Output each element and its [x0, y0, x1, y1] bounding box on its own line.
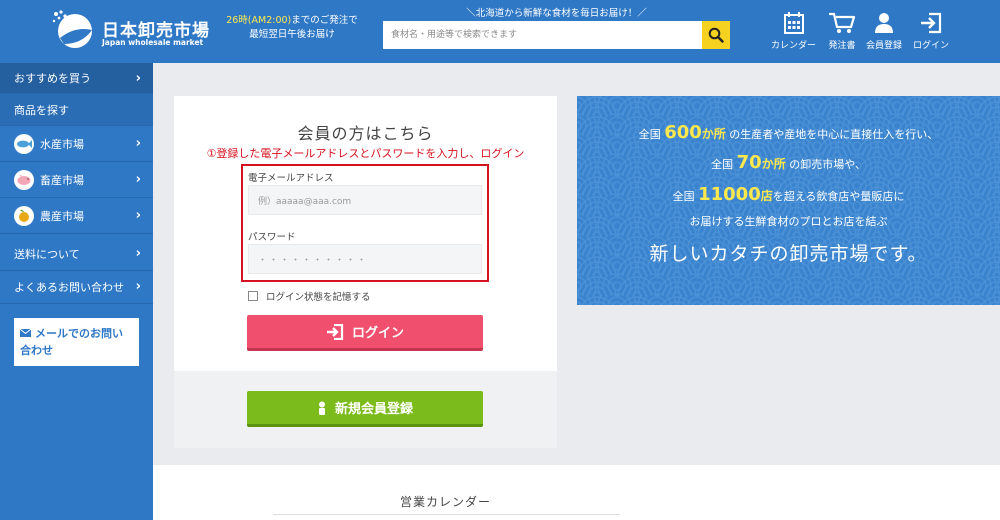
password-mask: ・・・・・・・・・・ [258, 255, 369, 266]
sidebar-item-produce[interactable]: 農産市場 › [0, 198, 153, 234]
site-header: 日本卸売市場 Japan wholesale market 26時(AM2:00… [0, 0, 1000, 63]
user-icon [875, 13, 893, 33]
chevron-right-icon: › [135, 71, 141, 86]
chevron-right-icon: › [135, 172, 141, 187]
sidebar-item-label: 水産市場 [40, 137, 84, 151]
notice-line1: までのご発注で [291, 15, 358, 26]
fish-icon [14, 133, 34, 154]
promo-number: 11000 [698, 184, 761, 205]
mail-icon [19, 328, 32, 337]
sidebar-item-seafood[interactable]: 水産市場 › [0, 126, 153, 162]
sidebar-item-label: 畜産市場 [40, 173, 84, 187]
calendar-title: 営業カレンダー [399, 495, 491, 509]
promo-text-part: を超える飲食店や量販店に [772, 190, 905, 203]
nav-register-label: 会員登録 [866, 41, 903, 51]
promo-unit: か所 [701, 127, 726, 141]
login-icon [921, 12, 942, 34]
email-field[interactable]: 例）aaaaa@aaa.com [248, 185, 482, 215]
header-tagline: ＼北海道から新鮮な食材を毎日お届け！／ [466, 8, 647, 19]
chevron-right-icon: › [135, 208, 141, 223]
email-placeholder: 例）aaaaa@aaa.com [258, 196, 352, 207]
chevron-right-icon: › [135, 279, 141, 294]
sidebar-item-label: 農産市場 [40, 209, 84, 223]
notice-deadline: 26時(AM2:00) [226, 15, 292, 26]
vegetable-icon [14, 205, 34, 226]
promo-banner: 全国 600か所 の生産者や産地を中心に直接仕入を行い、 全国 70か所 の卸売… [577, 96, 1000, 305]
login-title: 会員の方はこちら [297, 124, 434, 143]
mail-contact-label: メールでのお問い合わせ [20, 327, 123, 357]
login-instruction: ①登録した電子メールアドレスとパスワードを入力し、ログイン [206, 147, 525, 160]
chevron-right-icon: › [135, 136, 141, 151]
promo-number: 600 [664, 122, 702, 143]
promo-unit: か所 [761, 157, 786, 171]
sidebar-item-recommended[interactable]: おすすめを買う › [0, 63, 153, 94]
login-card: 会員の方はこちら ①登録した電子メールアドレスとパスワードを入力し、ログイン 電… [174, 96, 557, 448]
calendar-icon [783, 12, 804, 34]
calendar-section: 営業カレンダー [153, 465, 1000, 520]
logo-subtitle: Japan wholesale market [102, 38, 204, 47]
sidebar-section-search: 商品を探す [0, 94, 153, 126]
promo-text-part: 全国 [711, 158, 737, 171]
register-button[interactable]: 新規会員登録 [247, 391, 483, 427]
sidebar-section-label: 商品を探す [14, 103, 69, 117]
nav-calendar-label: カレンダー [771, 41, 817, 51]
sidebar-item-shipping[interactable]: 送料について › [0, 238, 153, 271]
remember-checkbox[interactable] [248, 291, 258, 301]
email-label: 電子メールアドレス [248, 173, 334, 184]
user-icon [318, 401, 325, 415]
sidebar: おすすめを買う › 商品を探す 水産市場 › 畜産市場 › 農産市場 › 送料に… [0, 63, 153, 520]
promo-unit: 店 [760, 189, 773, 203]
chevron-right-icon: › [135, 246, 141, 261]
search-bar [383, 21, 730, 49]
login-button-label: ログイン [351, 326, 404, 341]
nav-orders-label: 発注書 [828, 41, 856, 51]
sidebar-item-label: よくあるお問い合わせ [14, 281, 124, 294]
pig-icon [14, 169, 34, 190]
promo-text-part: の生産者や産地を中心に直接仕入を行い、 [725, 128, 939, 141]
search-button[interactable] [702, 21, 730, 49]
login-button[interactable]: ログイン [247, 315, 483, 351]
nav-calendar[interactable]: カレンダー [771, 12, 816, 51]
sidebar-item-faq[interactable]: よくあるお問い合わせ › [0, 271, 153, 304]
password-field[interactable]: ・・・・・・・・・・ [248, 244, 482, 274]
promo-headline: 新しいカタチの卸売市場です。 [649, 243, 928, 265]
remember-label: ログイン状態を記憶する [266, 292, 371, 303]
sidebar-item-livestock[interactable]: 畜産市場 › [0, 162, 153, 198]
sidebar-item-label: おすすめを買う [14, 72, 91, 85]
nav-login[interactable]: ログイン [913, 12, 949, 51]
site-logo[interactable]: 日本卸売市場 Japan wholesale market [50, 6, 209, 54]
sidebar-item-label: 送料について [14, 248, 80, 261]
promo-text-part: の卸売市場や、 [785, 158, 866, 171]
promo-text-part: 全国 [638, 128, 665, 141]
logo-mark-icon [52, 10, 92, 48]
login-icon [326, 323, 344, 340]
register-button-label: 新規会員登録 [334, 402, 413, 417]
search-input[interactable] [383, 21, 701, 49]
divider [273, 514, 620, 515]
nav-orders[interactable]: 発注書 [828, 12, 856, 51]
promo-line-1: 全国 600か所 の生産者や産地を中心に直接仕入を行い、 [577, 122, 1000, 143]
search-icon [708, 27, 724, 43]
nav-login-label: ログイン [913, 41, 950, 51]
notice-line2: 最短翌日午後お届け [249, 29, 335, 40]
promo-line-2: 全国 70か所 の卸売市場や、 [577, 152, 1000, 173]
nav-register[interactable]: 会員登録 [866, 12, 902, 51]
mail-contact-button[interactable]: メールでのお問い合わせ [14, 318, 139, 366]
password-label: パスワード [248, 232, 296, 243]
cart-icon [829, 12, 856, 33]
remember-login[interactable]: ログイン状態を記憶する [248, 289, 371, 303]
promo-line-3: 全国 11000店を超える飲食店や量販店に [577, 184, 1000, 205]
promo-line-4: お届けする生鮮食材のプロとお店を結ぶ [689, 215, 888, 228]
promo-text-part: 全国 [672, 190, 699, 203]
delivery-notice: 26時(AM2:00)までのご発注で 最短翌日午後お届け [222, 14, 362, 42]
promo-number: 70 [736, 152, 762, 173]
